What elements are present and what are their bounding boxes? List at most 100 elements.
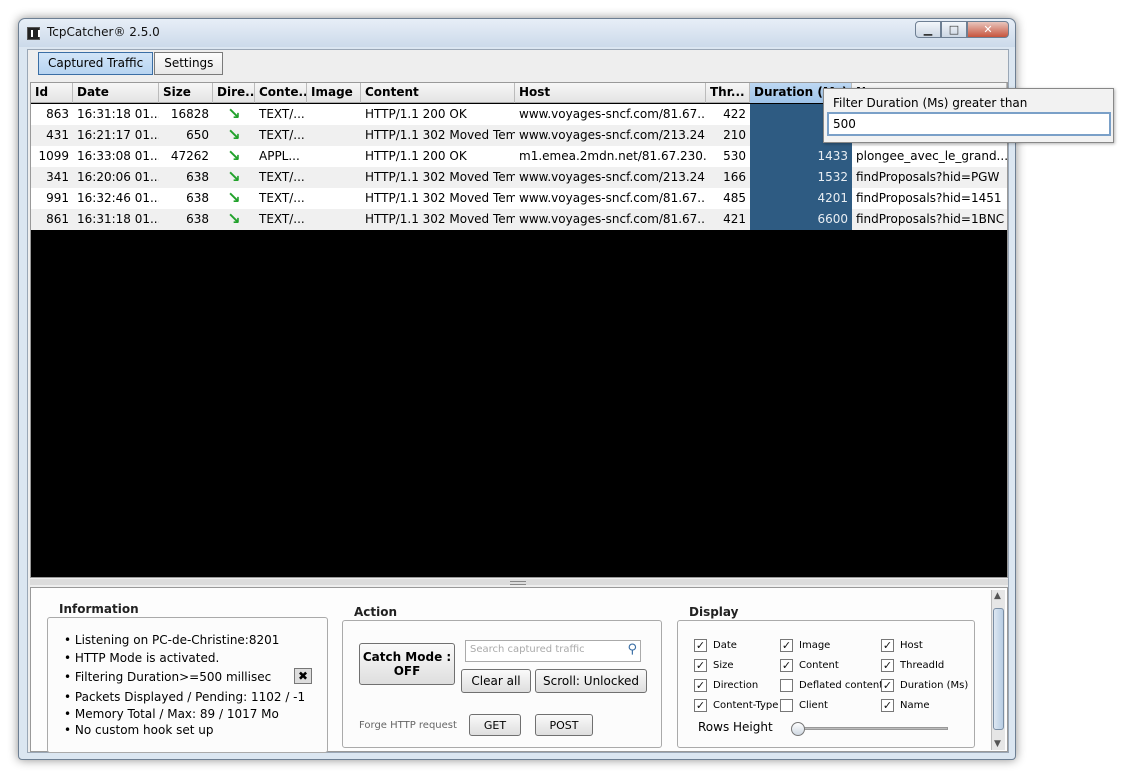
display-option[interactable]: ✓ Image <box>780 639 830 652</box>
tab-captured-traffic[interactable]: Captured Traffic <box>38 52 154 75</box>
filter-duration-input[interactable] <box>827 112 1111 136</box>
panel-scrollbar[interactable]: ▲ ▼ <box>991 590 1005 750</box>
display-option[interactable]: Client <box>780 699 828 712</box>
search-icon[interactable]: ⚲ <box>627 642 637 657</box>
cell-type: TEXT/... <box>259 170 305 184</box>
display-option-label: Client <box>799 700 828 711</box>
cell-size: 650 <box>186 128 209 142</box>
cell-id: 1099 <box>38 149 69 163</box>
cell-size: 638 <box>186 212 209 226</box>
checked-checkbox-icon[interactable]: ✓ <box>881 639 894 652</box>
checked-checkbox-icon[interactable]: ✓ <box>881 659 894 672</box>
cell-dur: 1433 <box>750 146 852 167</box>
cell-date: 16:31:18 01... <box>77 107 159 121</box>
column-header-id[interactable]: Id <box>31 83 73 103</box>
display-option[interactable]: ✓ Host <box>881 639 923 652</box>
tab-settings[interactable]: Settings <box>154 52 224 75</box>
table-row[interactable]: 341 16:20:06 01... 638 ↘ TEXT/... HTTP/1.1 30… <box>31 167 1007 188</box>
checked-checkbox-icon[interactable]: ✓ <box>694 659 707 672</box>
checked-checkbox-icon[interactable]: ✓ <box>694 679 707 692</box>
display-option[interactable]: ✓ Duration (Ms) <box>881 679 968 692</box>
table-row[interactable]: 1099 16:33:08 01... 47262 ↘ APPL... HTTP/1.1 … <box>31 146 1007 167</box>
cell-thr: 421 <box>723 212 746 226</box>
display-option[interactable]: ✓ Size <box>694 659 734 672</box>
table-row[interactable]: 991 16:32:46 01... 638 ↘ TEXT/... HTTP/1.1 30… <box>31 188 1007 209</box>
column-header-image[interactable]: Image <box>307 83 361 103</box>
checked-checkbox-icon[interactable]: ✓ <box>780 639 793 652</box>
information-group: Listening on PC-de-Christine:8201 HTTP M… <box>47 617 328 753</box>
cell-host: www.voyages-sncf.com/81.67.... <box>519 107 706 121</box>
forge-request-label: Forge HTTP request <box>359 720 457 731</box>
catch-mode-button[interactable]: Catch Mode : OFF <box>359 643 455 685</box>
cell-dur: 6600 <box>750 209 852 230</box>
display-option[interactable]: ✓ Date <box>694 639 737 652</box>
action-group: Catch Mode : OFF Search captured traffic… <box>342 620 662 748</box>
cell-image <box>307 104 361 125</box>
incoming-arrow-icon: ↘ <box>227 104 241 123</box>
window-controls: ▁ □ ✕ <box>915 21 1009 39</box>
display-option-label: Direction <box>713 680 759 691</box>
cell-date: 16:33:08 01... <box>77 149 159 163</box>
filter-duration-popup: Filter Duration (Ms) greater than <box>823 88 1114 143</box>
checked-checkbox-icon[interactable]: ✓ <box>780 659 793 672</box>
cell-type: APPL... <box>259 149 300 163</box>
cell-host: www.voyages-sncf.com/81.67.... <box>519 191 706 205</box>
cell-image <box>307 188 361 209</box>
cell-content: HTTP/1.1 302 Moved Temp <box>365 128 515 142</box>
cell-name: findProposals?hid=PGW <box>856 170 1000 184</box>
cell-type: TEXT/... <box>259 107 305 121</box>
cell-image <box>307 209 361 230</box>
cell-thr: 530 <box>723 149 746 163</box>
column-header-direction[interactable]: Dire... <box>213 83 255 103</box>
cell-type: TEXT/... <box>259 212 305 226</box>
post-button[interactable]: POST <box>535 714 593 736</box>
minimize-button[interactable]: ▁ <box>915 21 941 38</box>
rows-height-slider[interactable] <box>791 722 805 736</box>
scroll-up-icon[interactable]: ▲ <box>994 591 1001 601</box>
close-button[interactable]: ✕ <box>967 21 1009 38</box>
checked-checkbox-icon[interactable]: ✓ <box>881 679 894 692</box>
pane-splitter[interactable] <box>30 579 1008 585</box>
clear-all-button[interactable]: Clear all <box>461 669 531 693</box>
incoming-arrow-icon: ↘ <box>227 125 241 144</box>
maximize-button[interactable]: □ <box>941 21 967 38</box>
information-title: Information <box>59 602 139 616</box>
display-option[interactable]: ✓ ThreadId <box>881 659 944 672</box>
column-header-content[interactable]: Content <box>361 83 515 103</box>
catch-mode-state: OFF <box>393 664 421 678</box>
cell-size: 47262 <box>170 149 209 163</box>
display-option-label: Size <box>713 660 734 671</box>
column-header-content-type[interactable]: Conte... <box>255 83 307 103</box>
incoming-arrow-icon: ↘ <box>227 188 241 207</box>
scrollbar-thumb[interactable] <box>993 608 1004 730</box>
column-header-thread[interactable]: Thr... <box>706 83 750 103</box>
scroll-lock-button[interactable]: Scroll: Unlocked <box>535 669 647 693</box>
column-header-size[interactable]: Size <box>159 83 213 103</box>
cell-content: HTTP/1.1 200 OK <box>365 149 467 163</box>
display-option[interactable]: ✓ Name <box>881 699 930 712</box>
column-header-host[interactable]: Host <box>515 83 706 103</box>
column-header-date[interactable]: Date <box>73 83 159 103</box>
unchecked-checkbox-icon[interactable] <box>780 699 793 712</box>
search-traffic-input[interactable]: Search captured traffic ⚲ <box>465 640 641 662</box>
remove-filter-icon[interactable]: ✖ <box>294 668 312 684</box>
display-option[interactable]: ✓ Content <box>780 659 839 672</box>
checked-checkbox-icon[interactable]: ✓ <box>881 699 894 712</box>
display-option[interactable]: ✓ Content-Type <box>694 699 778 712</box>
scroll-down-icon[interactable]: ▼ <box>994 739 1001 749</box>
unchecked-checkbox-icon[interactable] <box>780 679 793 692</box>
cell-content: HTTP/1.1 200 OK <box>365 107 467 121</box>
cell-content: HTTP/1.1 302 Moved Temp <box>365 191 515 205</box>
checked-checkbox-icon[interactable]: ✓ <box>694 699 707 712</box>
rows-height-track <box>798 727 948 730</box>
get-button[interactable]: GET <box>469 714 521 736</box>
info-hook: No custom hook set up <box>64 723 214 737</box>
display-option[interactable]: ✓ Direction <box>694 679 758 692</box>
cell-thr: 166 <box>723 170 746 184</box>
checked-checkbox-icon[interactable]: ✓ <box>694 639 707 652</box>
cell-size: 16828 <box>170 107 209 121</box>
app-icon <box>27 27 40 40</box>
table-row[interactable]: 861 16:31:18 01... 638 ↘ TEXT/... HTTP/1.1 30… <box>31 209 1007 230</box>
display-option[interactable]: Deflated content <box>780 679 883 692</box>
cell-id: 991 <box>46 191 69 205</box>
